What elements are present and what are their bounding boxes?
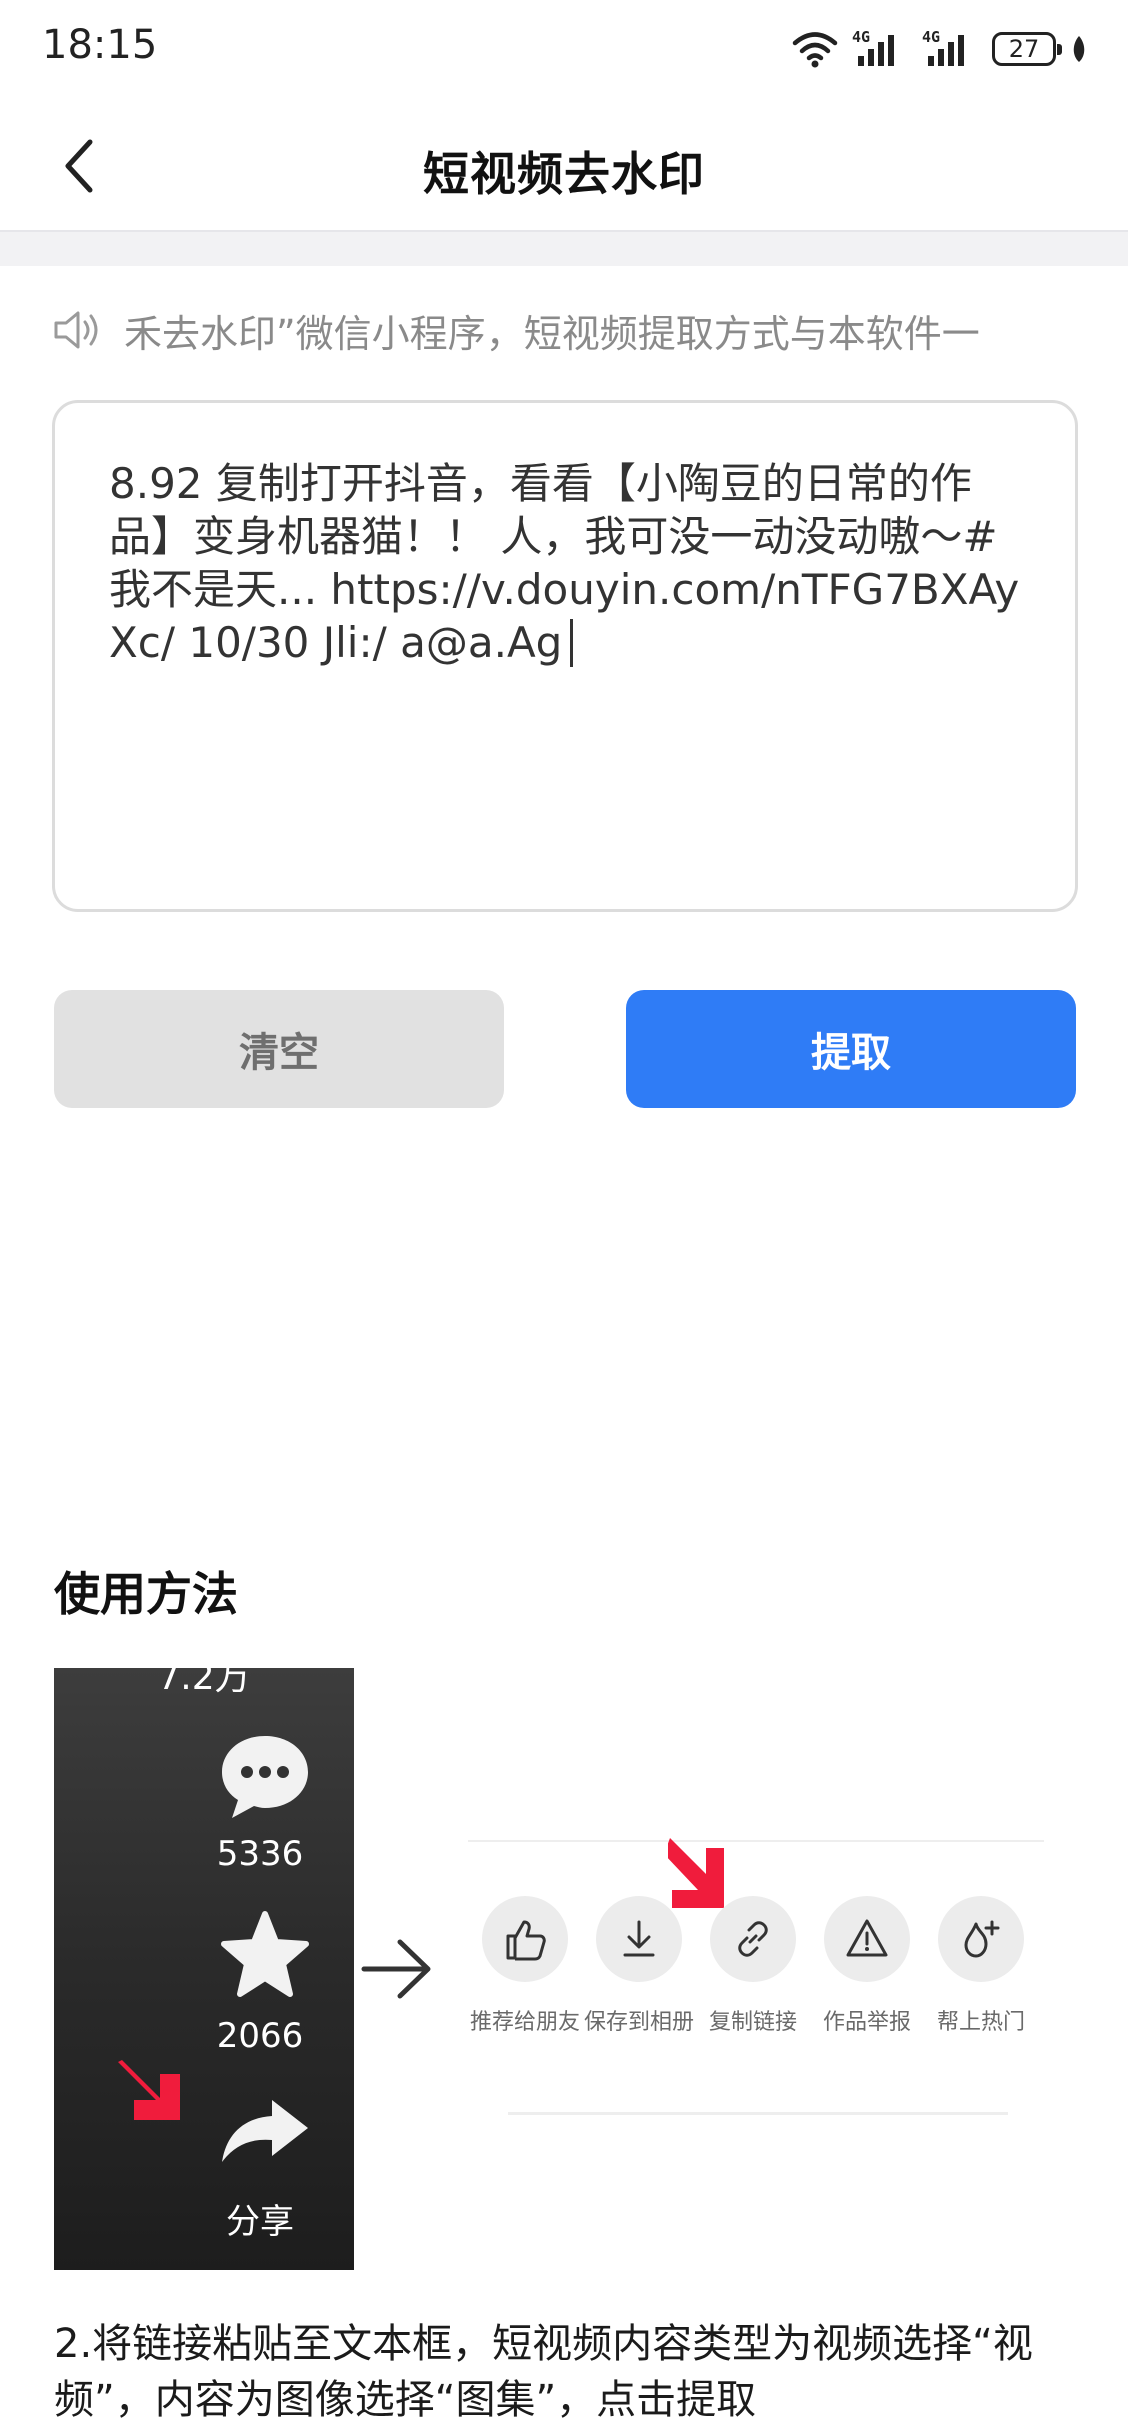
guide-comment-count: 5336	[216, 1834, 304, 1874]
arrow-right-icon	[361, 1939, 431, 1999]
status-bar: 18:15 4G 4G 27	[0, 0, 1128, 100]
guide-image-video-sidebar: 7.2万 5336 2066 分享	[54, 1668, 354, 2270]
guide-favorite-count: 2066	[216, 2016, 304, 2056]
share-item-boost: 帮上热门	[926, 1896, 1036, 2036]
status-time: 18:15	[42, 22, 158, 68]
notice-bar: 禾去水印”微信小程序，短视频提取方式与本软件一	[52, 300, 1084, 360]
extract-button[interactable]: 提取	[626, 990, 1076, 1108]
warning-icon	[846, 1919, 888, 1957]
guide-share-label: 分享	[226, 2202, 294, 2242]
link-icon	[738, 1921, 768, 1957]
guide-top-count: 7.2万	[157, 1668, 251, 1698]
usage-step-2: 2.将链接粘贴至文本框，短视频内容类型为视频选择“视频”，内容为图像选择“图集”…	[54, 2321, 1033, 2423]
panel-top-line	[468, 1840, 1044, 1842]
panel-bottom-line	[508, 2112, 1008, 2115]
share-item-label: 帮上热门	[936, 2010, 1025, 2035]
share-item-label: 保存到相册	[584, 2010, 695, 2035]
header-divider	[0, 230, 1128, 266]
share-item-label: 推荐给朋友	[470, 2010, 581, 2035]
wifi-icon	[792, 32, 838, 68]
clear-button[interactable]: 清空	[54, 990, 504, 1108]
download-icon	[623, 1920, 655, 1957]
status-icons: 4G 4G 27	[792, 24, 1088, 74]
thumbs-up-icon	[506, 1920, 546, 1961]
page-title: 短视频去水印	[423, 147, 705, 201]
star-icon	[221, 1911, 309, 1997]
share-item-recommend: 推荐给朋友	[470, 1896, 580, 2036]
speaker-icon	[54, 311, 98, 349]
text-cursor	[570, 619, 574, 667]
share-arrow-icon	[222, 2100, 308, 2162]
comment-icon	[222, 1736, 308, 1818]
signal-icon-2: 4G	[922, 28, 978, 70]
usage-title: 使用方法	[54, 1567, 238, 1621]
link-input[interactable]: 8.92 复制打开抖音，看看【小陶豆的日常的作品】变身机器猫！！ 人，我可没一动…	[52, 400, 1078, 912]
app-bar: 短视频去水印	[0, 100, 1128, 232]
share-item-label: 复制链接	[708, 2010, 797, 2035]
leaf-icon	[1073, 36, 1085, 62]
notice-text: 禾去水印”微信小程序，短视频提取方式与本软件一	[124, 311, 980, 356]
share-item-copy-link: 复制链接	[698, 1896, 808, 2036]
battery-level: 27	[1008, 35, 1040, 63]
flame-plus-icon	[964, 1920, 1000, 1958]
share-item-save-album: 保存到相册	[584, 1896, 694, 2036]
link-input-value: 8.92 复制打开抖音，看看【小陶豆的日常的作品】变身机器猫！！ 人，我可没一动…	[109, 459, 1020, 667]
red-arrow-icon	[118, 2060, 180, 2120]
signal-icon-1: 4G	[852, 28, 908, 70]
battery-icon: 27	[992, 32, 1062, 66]
share-item-report: 作品举报	[812, 1896, 922, 2036]
share-item-label: 作品举报	[822, 2010, 911, 2035]
guide-image-share-menu: 推荐给朋友 保存到相册 复制链接 作品举报 帮上热门	[460, 1838, 1044, 2130]
